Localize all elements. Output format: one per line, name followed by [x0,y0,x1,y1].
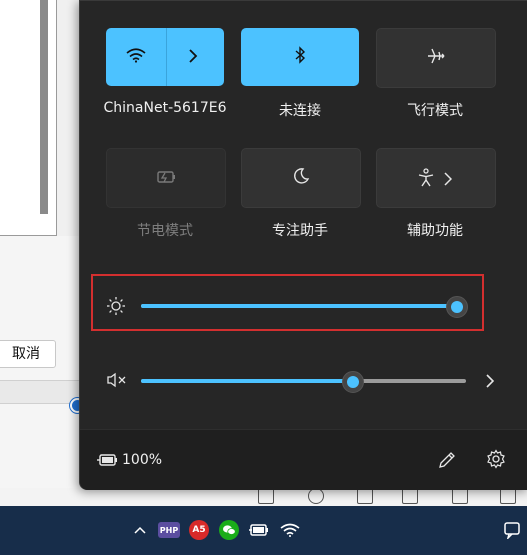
quick-settings-panel: ChinaNet-5617E6 未连接 飞行模式 节电模式 专注助手 辅助功能 [79,0,527,490]
settings-gear-icon[interactable] [486,449,506,473]
accessibility-icon [417,168,435,192]
airplane-icon [426,47,446,69]
tile-divider [166,28,167,86]
volume-chevron-right-icon[interactable] [486,373,495,392]
notification-icon[interactable] [500,518,524,542]
bluetooth-icon [294,46,306,68]
toolbar-icon[interactable] [308,488,324,504]
toolbar-icon[interactable] [258,488,274,504]
wifi-tray-icon[interactable] [278,518,302,542]
background-scrollbar[interactable] [40,0,48,214]
accessibility-tile-label: 辅助功能 [407,223,463,239]
accessibility-tile[interactable] [376,148,496,208]
airplane-tile-label: 飞行模式 [407,103,463,119]
show-hidden-icons-icon[interactable] [128,518,152,542]
battery-saver-tile [106,148,226,208]
volume-slider[interactable] [141,371,466,393]
wechat-tray-icon[interactable] [219,520,239,540]
moon-icon [292,167,310,189]
battery-percentage: 100% [122,452,163,468]
wifi-chevron-right-icon[interactable] [188,48,198,68]
battery-saver-tile-label: 节电模式 [137,223,193,239]
focus-assist-tile-label: 专注助手 [272,223,328,239]
wifi-tile[interactable] [106,28,224,86]
battery-icon[interactable] [97,452,119,471]
background-window [0,0,57,236]
background-toolbar [0,488,527,506]
accessibility-chevron-right-icon[interactable] [444,171,453,190]
background-strip [0,380,80,404]
brightness-slider-fill [141,304,456,308]
quick-settings-footer: 100% [80,429,527,490]
copy-icon[interactable] [452,488,468,504]
toolbar-icon[interactable] [500,488,516,504]
php-tray-icon[interactable]: PHP [158,522,180,538]
focus-assist-tile[interactable] [241,148,361,208]
brightness-slider-thumb[interactable] [446,296,468,318]
brightness-slider[interactable] [141,296,468,318]
wifi-icon[interactable] [126,47,146,67]
edit-pencil-icon[interactable] [437,450,457,474]
volume-slider-fill [141,379,352,383]
a5-tray-icon[interactable]: A5 [189,520,209,540]
brightness-highlight-box [91,274,484,331]
battery-tray-icon[interactable] [247,518,271,542]
bluetooth-tile-label: 未连接 [279,103,321,119]
sun-icon [106,296,126,320]
volume-slider-thumb[interactable] [342,371,364,393]
wifi-tile-label: ChinaNet-5617E6 [103,100,227,116]
bluetooth-tile[interactable] [241,28,359,86]
cancel-button[interactable]: 取消 [0,340,56,368]
volume-muted-icon[interactable] [106,372,128,392]
trash-icon[interactable] [357,488,373,504]
speaker-icon[interactable] [402,488,418,504]
airplane-tile[interactable] [376,28,496,88]
battery-saver-icon [155,169,177,188]
